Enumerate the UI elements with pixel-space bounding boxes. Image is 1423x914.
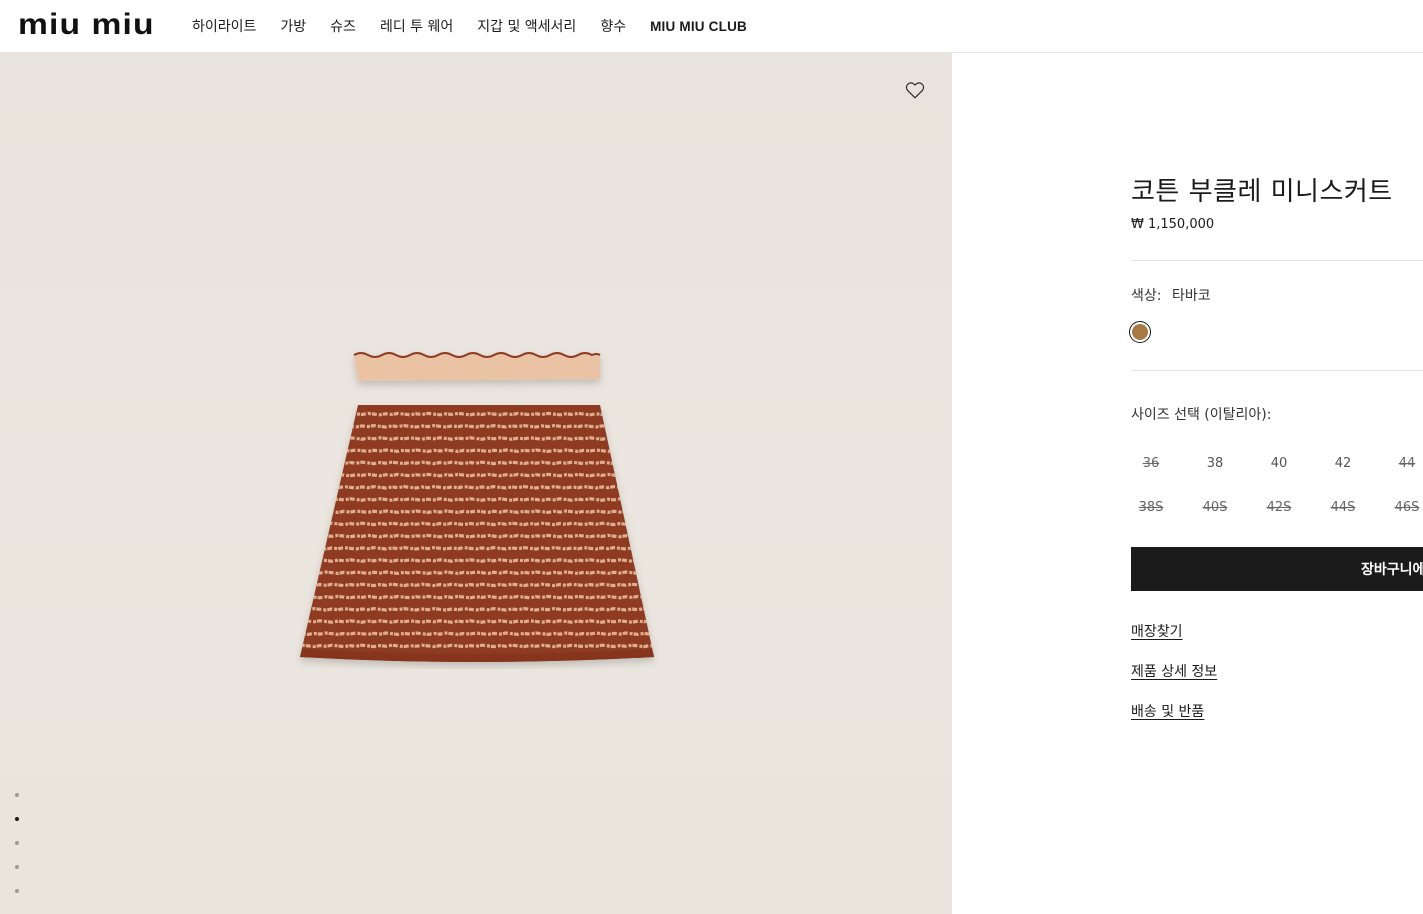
nav-item-miu-miu-club[interactable]: MIU MIU CLUB (650, 19, 747, 34)
product-info-panel: 코튼 부클레 미니스커트 ₩ 1,150,000 색상: 타바코 사이즈 선택 … (952, 53, 1423, 914)
size-option-38s[interactable]: 38S (1131, 500, 1171, 515)
size-option-36[interactable]: 36 (1131, 456, 1171, 471)
gallery-dot-1[interactable] (15, 793, 19, 797)
size-option-44[interactable]: 44 (1387, 456, 1423, 471)
gallery-dot-2[interactable] (15, 817, 19, 821)
gallery-dot-4[interactable] (15, 865, 19, 869)
size-option-40s[interactable]: 40S (1195, 500, 1235, 515)
color-value: 타바코 (1171, 288, 1211, 304)
store-finder-link[interactable]: 매장찾기 (1131, 621, 1183, 641)
nav-item-fragrance[interactable]: 향수 (600, 16, 626, 36)
size-option-44s[interactable]: 44S (1323, 500, 1363, 515)
main-nav: 하이라이트 가방 슈즈 레디 투 웨어 지갑 및 액세서리 향수 MIU MIU… (192, 0, 771, 52)
size-selection-label: 사이즈 선택 (이탈리아): (1131, 407, 1272, 423)
wishlist-button[interactable] (904, 79, 926, 101)
site-header: miu miu 하이라이트 가방 슈즈 레디 투 웨어 지갑 및 액세서리 향수… (0, 0, 1423, 53)
product-details-link[interactable]: 제품 상세 정보 (1131, 661, 1217, 681)
nav-item-highlights[interactable]: 하이라이트 (192, 16, 256, 36)
add-to-cart-button[interactable]: 장바구니에 (1131, 547, 1423, 591)
size-option-42s[interactable]: 42S (1259, 500, 1299, 515)
color-label: 색상: (1131, 288, 1162, 304)
color-swatch-tobacco[interactable] (1129, 321, 1151, 343)
nav-item-ready-to-wear[interactable]: 레디 투 웨어 (380, 16, 453, 36)
nav-item-shoes[interactable]: 슈즈 (330, 16, 356, 36)
nav-item-wallets-accessories[interactable]: 지갑 및 액세서리 (477, 16, 576, 36)
brand-logo[interactable]: miu miu (18, 10, 155, 40)
size-option-40[interactable]: 40 (1259, 456, 1299, 471)
color-selection-label: 색상: 타바코 (1131, 285, 1211, 305)
product-gallery (0, 53, 952, 914)
divider (1131, 260, 1423, 261)
nav-item-bags[interactable]: 가방 (280, 16, 306, 36)
shipping-returns-link[interactable]: 배송 및 반품 (1131, 701, 1204, 721)
swatch-fill (1132, 324, 1148, 340)
size-option-38[interactable]: 38 (1195, 456, 1235, 471)
gallery-pagination (15, 793, 23, 913)
product-price: ₩ 1,150,000 (1131, 217, 1215, 232)
gallery-dot-3[interactable] (15, 841, 19, 845)
size-option-42[interactable]: 42 (1323, 456, 1363, 471)
heart-outline-icon (905, 82, 925, 99)
gallery-dot-5[interactable] (15, 889, 19, 893)
add-to-cart-label: 장바구니에 (1361, 562, 1423, 578)
product-image-skirt[interactable] (296, 349, 660, 669)
divider (1131, 370, 1423, 371)
product-title: 코튼 부클레 미니스커트 (1131, 177, 1393, 207)
size-option-46s[interactable]: 46S (1387, 500, 1423, 515)
